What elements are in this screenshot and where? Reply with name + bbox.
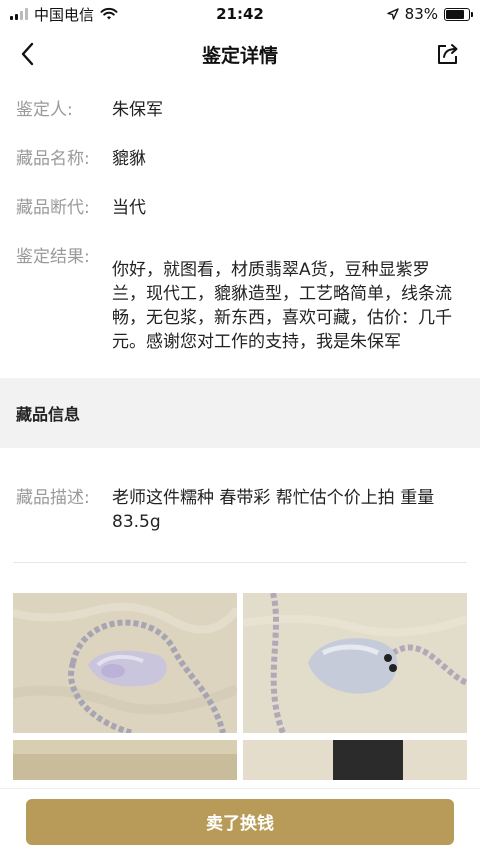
sell-button[interactable]: 卖了换钱 [26, 798, 454, 845]
status-left: 中国电信 [10, 4, 160, 25]
photo-4[interactable] [243, 740, 467, 780]
location-arrow-icon [386, 8, 399, 20]
jade-pendant-image [243, 593, 467, 733]
description-value: 老师这件糯种 春带彩 帮忙估个价上拍 重量83.5g [112, 488, 435, 532]
content: 鉴定人: 朱保军 藏品名称: 貔貅 藏品断代: 当代 鉴定结果: 你好，就图看，… [0, 80, 480, 780]
result-label: 鉴定结果: [16, 247, 90, 267]
section-title: 藏品信息 [16, 405, 81, 424]
back-button[interactable] [14, 40, 42, 68]
jade-pendant-image [13, 593, 237, 733]
battery-icon [444, 7, 473, 21]
photo-grid-row-2 [0, 740, 480, 780]
photo-3[interactable] [13, 740, 237, 780]
appraiser-row: 鉴定人: 朱保军 [0, 98, 480, 122]
battery-percent: 83% [404, 5, 438, 23]
nav-bar: 鉴定详情 [0, 28, 480, 80]
status-bar: 中国电信 21:42 83% [0, 0, 480, 28]
description-row: 藏品描述: 老师这件糯种 春带彩 帮忙估个价上拍 重量83.5g [0, 486, 480, 534]
status-right: 83% [320, 5, 473, 23]
result-row: 鉴定结果: 你好，就图看，材质翡翠A货，豆种显紫罗兰，现代工，貔貅造型，工艺略简… [0, 245, 480, 354]
jade-pendant-image [13, 740, 237, 780]
era-row: 藏品断代: 当代 [0, 196, 480, 220]
item-name-label: 藏品名称: [16, 149, 90, 169]
status-time: 21:42 [216, 5, 264, 23]
divider [13, 562, 467, 563]
description-label: 藏品描述: [16, 488, 90, 508]
era-label: 藏品断代: [16, 198, 90, 218]
page-title: 鉴定详情 [201, 44, 278, 67]
signal-icon [10, 8, 28, 20]
collection-info-header: 藏品信息 [0, 378, 480, 448]
jade-pendant-image [243, 740, 467, 780]
era-value: 当代 [112, 198, 146, 218]
result-value: 你好，就图看，材质翡翠A货，豆种显紫罗兰，现代工，貔貅造型，工艺略简单，线条流畅… [112, 260, 452, 352]
appraiser-label: 鉴定人: [16, 100, 73, 120]
wifi-icon [100, 7, 118, 20]
appraiser-value: 朱保军 [112, 100, 163, 120]
bottom-action-bar: 卖了换钱 [0, 788, 480, 854]
photo-grid [0, 593, 480, 733]
share-button[interactable] [434, 40, 462, 68]
chevron-left-icon [21, 42, 34, 66]
carrier-label: 中国电信 [34, 5, 95, 24]
item-name-row: 藏品名称: 貔貅 [0, 147, 480, 171]
photo-1[interactable] [13, 593, 237, 733]
photo-2[interactable] [243, 593, 467, 733]
share-icon [438, 44, 458, 64]
item-name-value: 貔貅 [112, 149, 146, 169]
